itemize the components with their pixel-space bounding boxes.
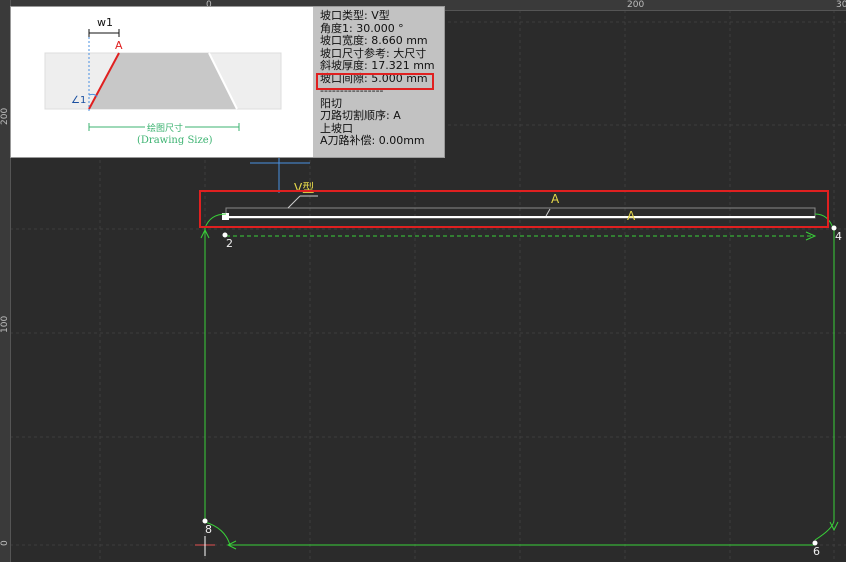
info-line: 坡口类型: V型 bbox=[320, 9, 390, 22]
selection-highlight bbox=[199, 190, 829, 228]
drawing-size-label: 绘图尺寸 bbox=[145, 121, 186, 134]
info-line: 刀路切割顺序: A bbox=[320, 109, 401, 122]
ruler-left-label: 200 bbox=[0, 107, 10, 125]
point-label: 8 bbox=[205, 523, 212, 536]
angle-label: ∠1 bbox=[71, 95, 87, 106]
point-label: 6 bbox=[813, 545, 820, 558]
info-line: 坡口宽度: 8.660 mm bbox=[320, 34, 428, 47]
ruler-top-label: 200 bbox=[627, 0, 645, 10]
point-label: 2 bbox=[226, 237, 233, 250]
origin-marker bbox=[195, 536, 215, 556]
gap-highlight-box bbox=[316, 73, 434, 90]
ruler-left-label: 0 bbox=[0, 540, 10, 546]
ruler-top-label: 30 bbox=[836, 0, 846, 10]
width-label: w1 bbox=[97, 16, 113, 29]
edge-label: A bbox=[115, 39, 123, 52]
point-label: 4 bbox=[835, 230, 842, 243]
info-line: 斜坡厚度: 17.321 mm bbox=[320, 59, 435, 72]
drawing-size-label-en: (Drawing Size) bbox=[137, 135, 213, 146]
bevel-info-panel: w1 A ∠1 绘图尺寸 (Drawing Size) 坡口类型: V型 角度1… bbox=[10, 6, 445, 158]
ruler-left-label: 100 bbox=[0, 315, 10, 333]
bevel-diagram: w1 A ∠1 绘图尺寸 (Drawing Size) bbox=[11, 7, 313, 157]
info-line: A刀路补偿: 0.00mm bbox=[320, 134, 425, 147]
